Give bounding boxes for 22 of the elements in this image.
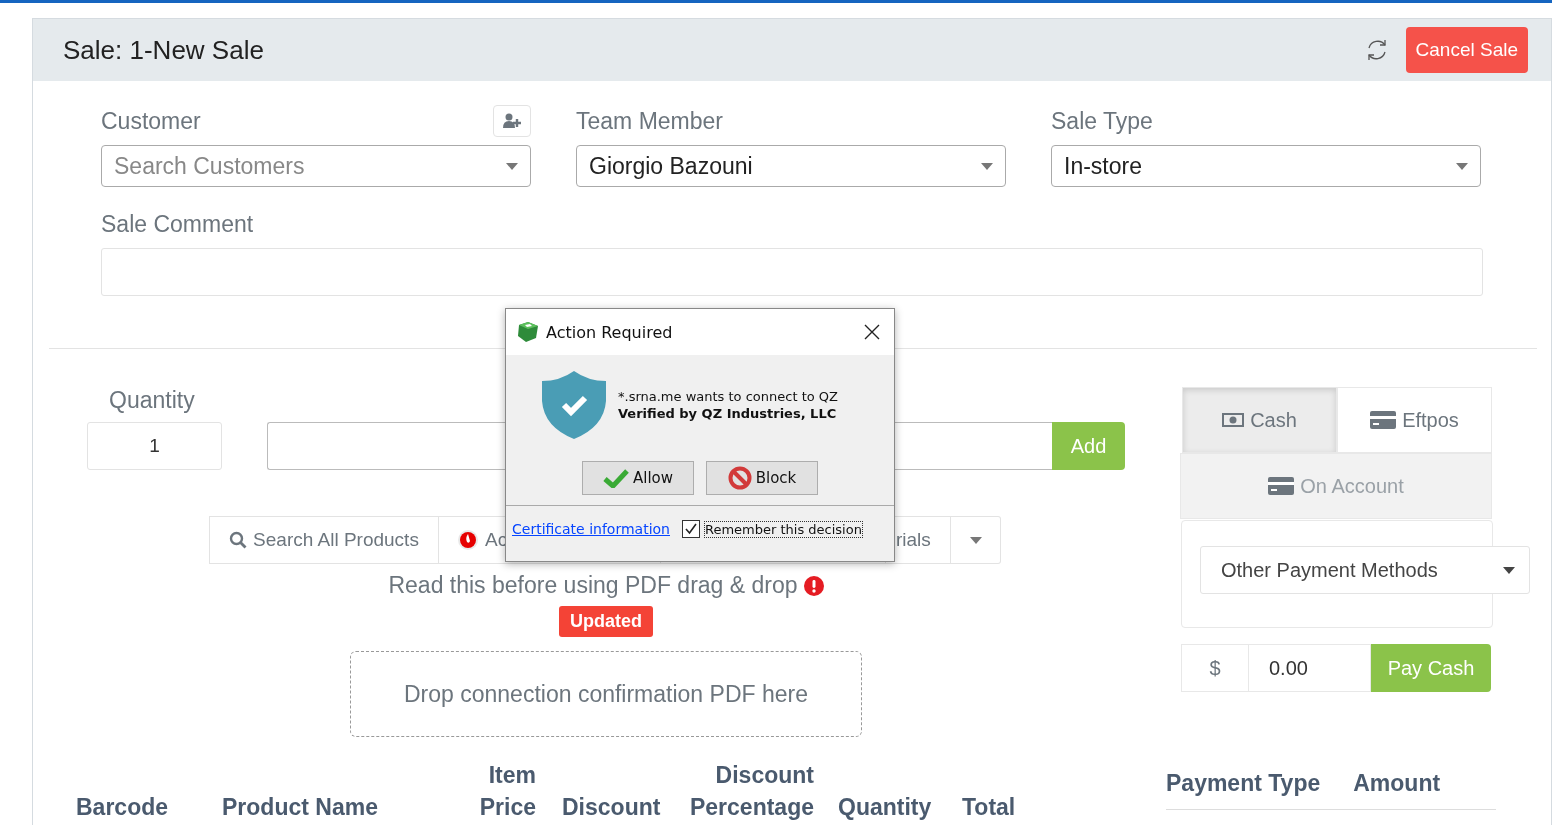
column-header: Payment Type bbox=[1166, 770, 1321, 797]
column-header: Discount Percentage bbox=[689, 761, 814, 822]
field-label: Sale Type bbox=[1051, 107, 1153, 135]
dialog-message: *.srna.me wants to connect to QZ bbox=[618, 389, 838, 404]
column-header: Discount bbox=[562, 793, 662, 822]
currency-symbol: $ bbox=[1181, 644, 1249, 692]
updated-badge: Updated bbox=[559, 606, 653, 637]
field-label: Sale Comment bbox=[101, 211, 255, 238]
column-header: Item Price bbox=[478, 761, 536, 822]
pdf-notice: Read this before using PDF drag & drop bbox=[388, 572, 798, 599]
column-header: Total bbox=[962, 793, 1017, 822]
field-label: Team Member bbox=[576, 107, 723, 135]
column-header: Quantity bbox=[838, 793, 933, 822]
remember-label: Remember this decision bbox=[704, 520, 863, 538]
column-header: Product Name bbox=[222, 793, 379, 822]
field-label: Customer bbox=[101, 107, 201, 135]
sale-title: Sale: 1-New Sale bbox=[63, 34, 265, 66]
column-header: Amount bbox=[1353, 770, 1441, 797]
verified-text: Verified by QZ Industries, LLC bbox=[618, 406, 838, 421]
quantity-label: Quantity bbox=[109, 387, 196, 414]
column-header: Barcode bbox=[76, 793, 170, 822]
dialog-title: Action Required bbox=[546, 322, 673, 342]
